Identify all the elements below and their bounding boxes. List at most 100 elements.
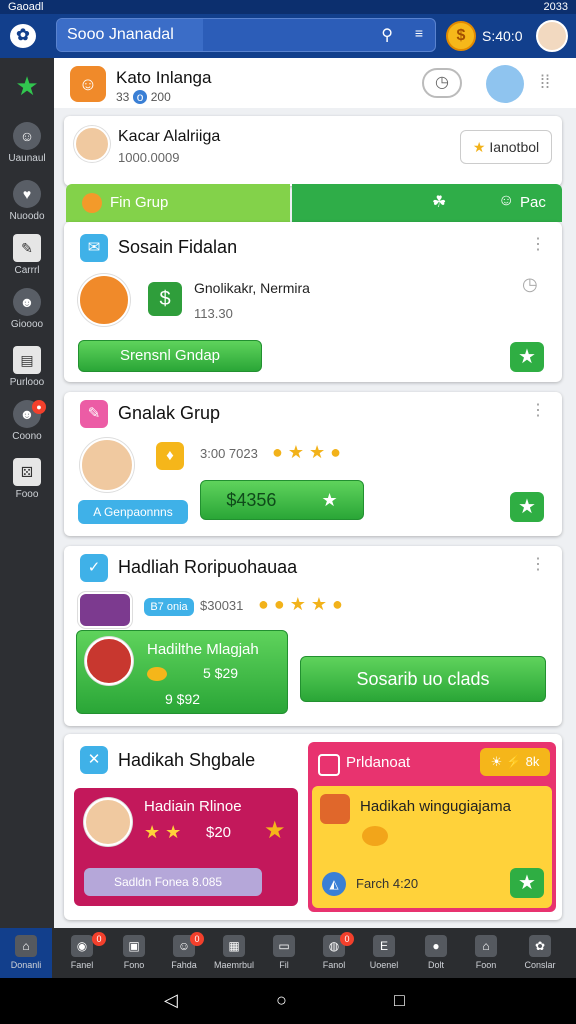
notification-badge: 0	[190, 932, 204, 946]
inner-value-2: 9 $92	[165, 691, 201, 707]
sidebar-item-6[interactable]: ⚄ Fooo	[0, 458, 54, 500]
nav-item-9[interactable]: ⌂ Foon	[460, 928, 512, 978]
star-button[interactable]: ★	[510, 492, 544, 522]
edit-icon: ✎	[13, 234, 41, 262]
right-reward-card[interactable]: Prldanoat ☀ ⚡ 8k Hadikah wingugiajama ◭ …	[308, 742, 556, 912]
user-avatar[interactable]	[536, 20, 568, 52]
menu-icon[interactable]: ≡	[415, 25, 423, 41]
star-icon: ★	[15, 71, 39, 101]
card-title: Hadikah Shgbale	[118, 750, 256, 770]
bottom-nav: ⌂ Donanli ◉ 0 Fanel ▣ Fono ☺ 0 Fahda ▦ Maemrbul…	[0, 928, 576, 978]
heart-icon	[318, 754, 340, 776]
chip-button[interactable]: A Genpaonnns	[78, 500, 188, 524]
card-icon: ✉	[80, 234, 108, 262]
card-1-button[interactable]: Srensnl Gndap	[78, 340, 262, 372]
card-avatar	[80, 438, 134, 492]
sidebar-item-5[interactable]: ☻ ● Coono	[0, 400, 54, 442]
profile-header: ☺ Kato Inlanga 33 o 200 ◷ ⁞⁞	[54, 58, 576, 108]
right-badge-label: 8k	[525, 754, 540, 769]
right-title: Hadikah wingugiajama	[360, 798, 511, 815]
main-content: ☺ Kato Inlanga 33 o 200 ◷ ⁞⁞ Kacar Alalr…	[54, 58, 576, 928]
stars-icon: ★ ★	[144, 822, 182, 842]
card-2: ✎ Gnalak Grup ⋮ ♦ 3:00 7023 ● ★ ★ ● A Ge…	[64, 392, 562, 536]
avatar-icon: ☻	[13, 288, 41, 316]
clock-icon[interactable]: ◷	[522, 274, 538, 295]
nav-item-2[interactable]: ▣ Fono	[108, 928, 160, 978]
grid-icon[interactable]: ⁞⁞	[540, 72, 550, 93]
tab-label: Pac	[520, 194, 546, 211]
sidebar-label: Carrrl	[14, 265, 40, 276]
nav-item-1[interactable]: ◉ 0 Fanel	[56, 928, 108, 978]
sidebar-item-star[interactable]: ★	[0, 72, 54, 100]
chat-icon: ♥	[13, 180, 41, 208]
card-value: 113.30	[194, 306, 233, 321]
right-foot: Farch 4:20	[356, 876, 419, 891]
more-icon[interactable]: ⋮	[530, 554, 546, 574]
sidebar-item-1[interactable]: ♥ Nuoodo	[0, 180, 54, 222]
star-button[interactable]: ★	[510, 342, 544, 372]
coin-icon	[362, 826, 388, 846]
nav-item-5[interactable]: ▭ Fil	[258, 928, 310, 978]
coin-value: S:40:0	[482, 28, 523, 44]
sidebar-item-3[interactable]: ☻ Gioooo	[0, 288, 54, 330]
tv-icon: ▭	[273, 935, 295, 957]
nav-item-0[interactable]: ⌂ Donanli	[0, 928, 52, 978]
grid-icon: ▦	[223, 935, 245, 957]
home-logo-icon[interactable]: ✿	[10, 24, 36, 48]
card-stats: $30031	[200, 598, 244, 613]
sidebar-item-4[interactable]: ▤ Purlooo	[0, 346, 54, 388]
star-icon: ★	[264, 817, 286, 844]
home-button-icon[interactable]: ○	[276, 990, 287, 1011]
nav-label: Fil	[279, 960, 289, 970]
top-card-name: Kacar Alalriiga	[118, 128, 221, 145]
system-nav-bar: ◁ ○ □	[0, 978, 576, 1024]
tab-fin-grup[interactable]: Fin Grup	[66, 184, 290, 222]
star-icon: ★	[321, 490, 338, 510]
star-button[interactable]: ★	[510, 868, 544, 898]
nav-item-4[interactable]: ▦ Maemrbul	[208, 928, 260, 978]
nav-item-10[interactable]: ✿ Conslar	[514, 928, 566, 978]
stars-icon: ● ● ★ ★ ●	[258, 594, 343, 614]
badge-icon: ♦	[156, 442, 184, 470]
more-icon[interactable]: ⋮	[530, 400, 546, 420]
nav-label: Donanli	[10, 960, 42, 970]
game-icon: ◉	[71, 935, 93, 957]
inner-reward-card[interactable]: Hadilthe Mlagjah 5 $29 9 $92	[76, 630, 288, 714]
coin-icon[interactable]: $	[446, 21, 476, 51]
tab-icon	[82, 193, 102, 213]
nav-item-8[interactable]: ● Dolt	[410, 928, 462, 978]
left-reward-card[interactable]: Hadiain Rlinoe ★ ★ $20 ★ Sadldn Fonea 8.…	[74, 788, 298, 906]
nav-item-7[interactable]: E Uoenel	[358, 928, 410, 978]
top-card-button[interactable]: ★ Ianotbol	[460, 130, 552, 164]
top-bar: ✿ Sooo Jnanadal ⚲ ≡ $ S:40:0	[0, 14, 576, 58]
record-icon: ●	[425, 935, 447, 957]
location-icon: ◭	[322, 872, 346, 896]
dollar-icon: $	[148, 282, 182, 316]
sidebar-item-2[interactable]: ✎ Carrrl	[0, 234, 54, 276]
inner-avatar	[85, 637, 133, 685]
user-icon: ☺	[13, 122, 41, 150]
friend-avatar[interactable]	[486, 65, 524, 103]
image-icon: ▣	[123, 935, 145, 957]
recents-icon[interactable]: □	[394, 990, 405, 1011]
nav-label: Conslar	[524, 960, 556, 970]
book-icon: E	[373, 935, 395, 957]
more-icon[interactable]: ⋮	[530, 234, 546, 254]
search-bar[interactable]: Sooo Jnanadal ⚲ ≡	[56, 18, 436, 52]
sidebar-item-0[interactable]: ☺ Uaunaul	[0, 122, 54, 164]
back-icon[interactable]: ◁	[164, 990, 178, 1011]
profile-level: 33	[116, 90, 130, 104]
tab-pac[interactable]: ☘ ☺ Pac	[292, 184, 562, 222]
search-icon[interactable]: ⚲	[381, 25, 393, 45]
card-3-button[interactable]: Sosarib uo clads	[300, 656, 546, 702]
nav-item-6[interactable]: ◍ 0 Fanol	[308, 928, 360, 978]
card-icon: ✕	[80, 746, 108, 774]
profile-avatar[interactable]: ☺	[70, 66, 106, 102]
sidebar-label: Gioooo	[10, 319, 44, 330]
coin-stack-icon	[320, 794, 350, 824]
clock-toggle[interactable]: ◷	[422, 68, 462, 98]
nav-label: Fanel	[70, 960, 94, 970]
nav-item-3[interactable]: ☺ 0 Fahda	[158, 928, 210, 978]
sidebar-label: Fooo	[15, 489, 39, 500]
price-button[interactable]: $4356 ★	[200, 480, 364, 520]
